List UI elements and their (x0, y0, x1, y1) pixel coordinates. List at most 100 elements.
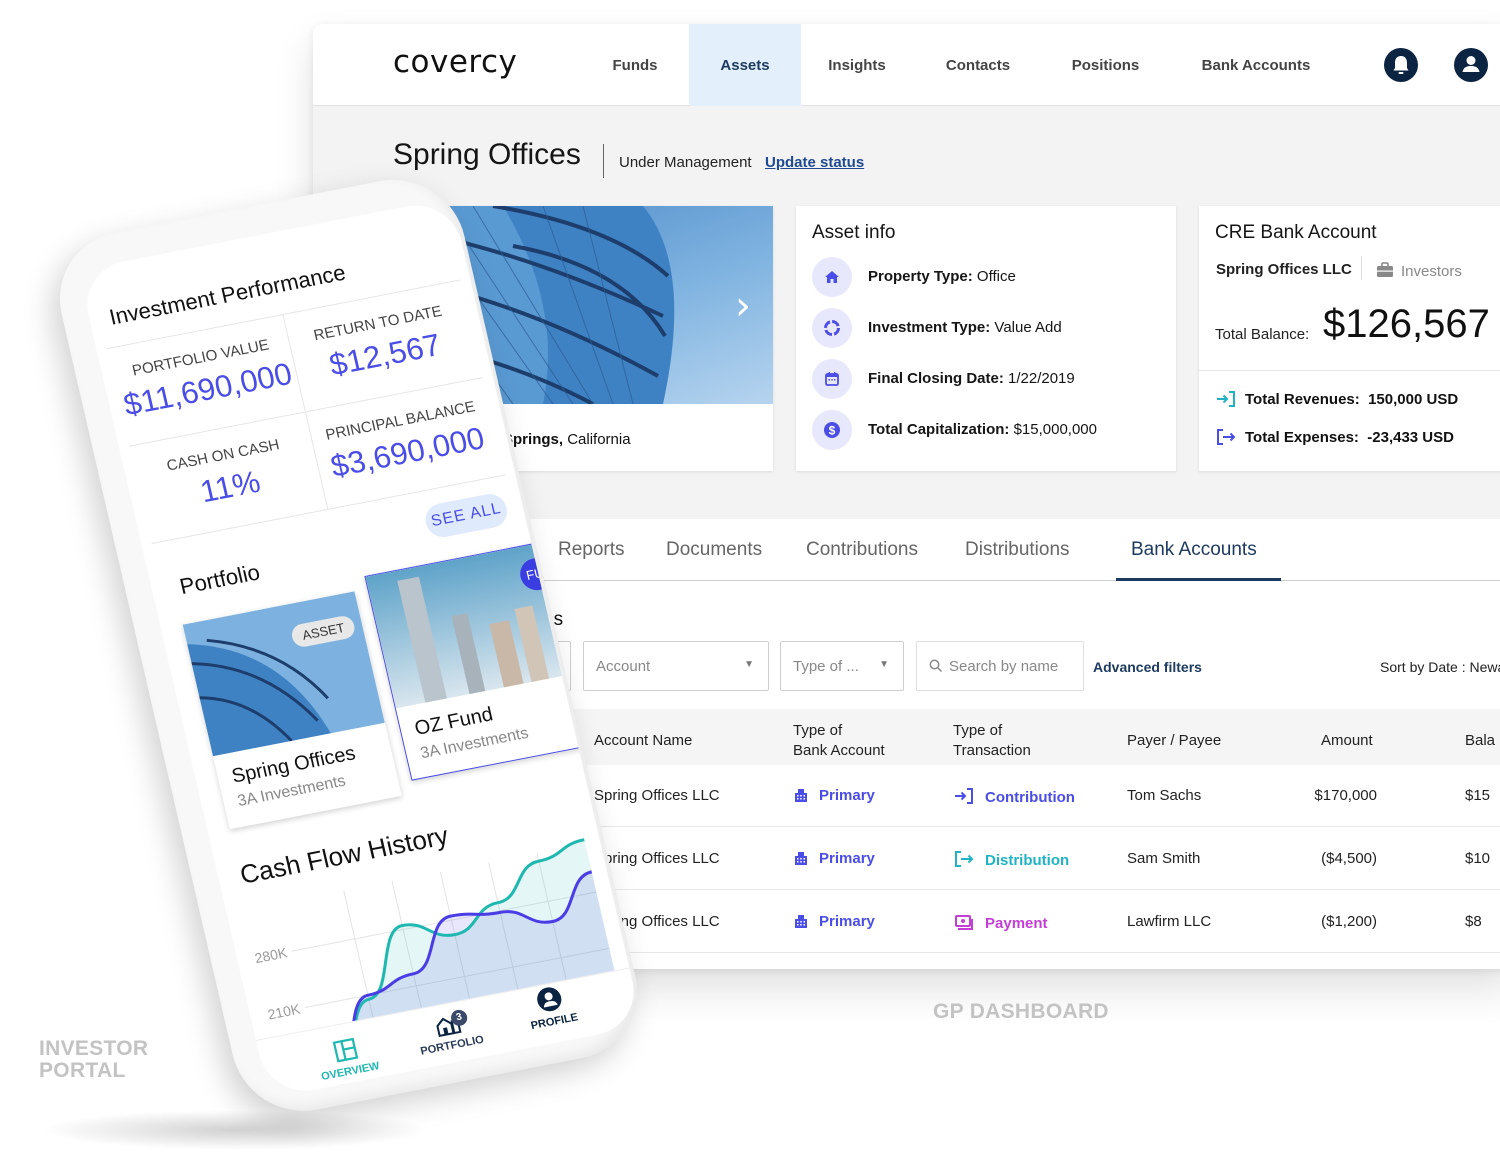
cell-account-name: Spring Offices LLC (594, 850, 720, 867)
bottom-nav-portfolio[interactable]: 3 PORTFOLIO (400, 1004, 497, 1060)
nav-funds[interactable]: Funds (595, 24, 675, 106)
cell-bank-type[interactable]: Primary (793, 787, 875, 804)
building-icon (795, 915, 807, 928)
bank-role[interactable]: Investors (1375, 261, 1462, 280)
building-icon (795, 852, 807, 865)
phone-shadow (40, 1110, 430, 1150)
cell-payer-payee: Tom Sachs (1127, 787, 1202, 804)
table-header: Account Name Type of Bank Account Type o… (433, 709, 1500, 765)
col-amount[interactable]: Amount (1321, 731, 1373, 751)
cell-account-name: Spring Offices LLC (594, 787, 720, 804)
asset-info-title: Asset info (812, 222, 896, 243)
tab-reports[interactable]: Reports (558, 539, 625, 561)
info-value: Value Add (994, 319, 1062, 336)
cell-bank-type[interactable]: Primary (793, 913, 875, 930)
total-balance-label: Total Balance: (1215, 326, 1310, 343)
nav-bank-accounts[interactable]: Bank Accounts (1191, 24, 1321, 106)
bank-entity-name: Spring Offices LLC (1216, 261, 1352, 278)
bank-card-title: CRE Bank Account (1215, 222, 1377, 243)
active-tab-indicator (1116, 578, 1281, 581)
page-title: Spring Offices (393, 138, 581, 171)
caption-line: INVESTOR (39, 1037, 149, 1060)
cell-balance: $15 (1465, 787, 1491, 804)
transaction-type-label: Payment (985, 915, 1048, 932)
info-value: Office (976, 268, 1016, 285)
title-divider (603, 144, 604, 178)
type-filter[interactable]: Type of ... ▼ (780, 641, 904, 691)
info-text: Total Capitalization: $15,000,000 (868, 421, 1097, 438)
account-filter-value: Account (596, 658, 651, 675)
bank-type-label: Primary (819, 787, 875, 804)
col-bank-account-type[interactable]: Type of Bank Account (793, 721, 885, 761)
col-payer-payee[interactable]: Payer / Payee (1127, 731, 1221, 751)
home-icon (812, 257, 852, 297)
cell-bank-type[interactable]: Primary (793, 850, 875, 867)
account-filter[interactable]: Account ▼ (583, 641, 769, 691)
building-icon (795, 789, 807, 802)
sign-out-arrow-icon (1217, 429, 1236, 445)
info-text: Investment Type: Value Add (868, 319, 1062, 336)
advanced-filters-link[interactable]: Advanced filters (1093, 659, 1202, 675)
bank-divider (1199, 370, 1500, 371)
nav-contacts[interactable]: Contacts (933, 24, 1023, 106)
cell-transaction-type[interactable]: Distribution (953, 850, 1069, 869)
type-filter-value: Type of ... (793, 658, 859, 675)
tab-documents[interactable]: Documents (666, 539, 762, 561)
info-label: Total Capitalization: (868, 421, 1010, 438)
distribution-arrow-icon (955, 851, 974, 867)
update-status-link[interactable]: Update status (765, 154, 864, 171)
nav-assets[interactable]: Assets (689, 24, 801, 106)
sign-in-arrow-icon (1217, 391, 1235, 407)
info-label: Final Closing Date: (868, 370, 1004, 387)
tab-bank-accounts[interactable]: Bank Accounts (1131, 539, 1257, 561)
chevron-down-icon: ▼ (744, 659, 754, 670)
cell-transaction-type[interactable]: Contribution (953, 787, 1075, 806)
carousel-next-arrow[interactable]: › (735, 286, 751, 326)
cell-transaction-type[interactable]: Payment (953, 913, 1048, 932)
bottom-nav-label: PORTFOLIO (419, 1033, 486, 1058)
gp-dashboard-caption: GP DASHBOARD (933, 1000, 1109, 1023)
bank-type-label: Primary (819, 913, 875, 930)
info-label: Property Type: (868, 268, 973, 285)
search-icon (929, 659, 943, 673)
payment-cash-icon (955, 915, 973, 930)
bank-type-label: Primary (819, 850, 875, 867)
nav-positions[interactable]: Positions (1058, 24, 1153, 106)
chevron-down-icon: ▼ (879, 659, 889, 670)
transaction-type-label: Distribution (985, 852, 1070, 869)
covercy-logo[interactable]: covercy (393, 44, 517, 80)
asset-tabs: Overview Reports Documents Contributions… (433, 519, 1500, 581)
col-transaction-type[interactable]: Type of Transaction (953, 721, 1031, 761)
asset-info-card: Asset info Property Type: Office Investm… (796, 206, 1176, 471)
bank-role-label: Investors (1401, 263, 1462, 280)
col-account-name[interactable]: Account Name (594, 731, 692, 751)
tab-distributions[interactable]: Distributions (965, 539, 1070, 561)
info-value: $15,000,000 (1013, 421, 1097, 438)
total-balance-value: $126,567 (1323, 302, 1490, 346)
svg-text:$: $ (829, 424, 836, 438)
portfolio-card-spring-offices[interactable]: ASSET Spring Offices 3A Investments (182, 591, 402, 830)
location-state: California (567, 431, 631, 448)
nav-insights[interactable]: Insights (813, 24, 901, 106)
cell-amount: ($4,500) (1321, 850, 1377, 867)
col-balance[interactable]: Bala (1465, 731, 1495, 751)
cell-payer-payee: Sam Smith (1127, 850, 1201, 867)
info-text: Final Closing Date: 1/22/2019 (868, 370, 1075, 387)
bank-divider-vertical (1361, 256, 1362, 280)
contribution-arrow-icon (955, 788, 973, 804)
user-account-icon[interactable] (1454, 48, 1488, 82)
info-text: Property Type: Office (868, 268, 1016, 285)
cell-payer-payee: Lawfirm LLC (1127, 913, 1212, 930)
total-revenues-row: Total Revenues: 150,000 USD (1215, 390, 1458, 408)
calendar-icon (812, 359, 852, 399)
bell-icon[interactable] (1384, 48, 1418, 82)
top-nav-bar: covercy Funds Assets Insights Contacts P… (313, 24, 1500, 106)
search-placeholder: Search by name (949, 658, 1059, 675)
cell-balance: $10 (1465, 850, 1491, 867)
tab-contributions[interactable]: Contributions (806, 539, 918, 561)
y-tick-label: 210K (266, 1001, 302, 1023)
search-input[interactable]: Search by name (916, 641, 1084, 691)
cell-amount: $170,000 (1314, 787, 1377, 804)
expenses-label: Total Expenses: (1245, 429, 1359, 446)
sort-by-dropdown[interactable]: Sort by Date : Newa (1380, 659, 1500, 675)
